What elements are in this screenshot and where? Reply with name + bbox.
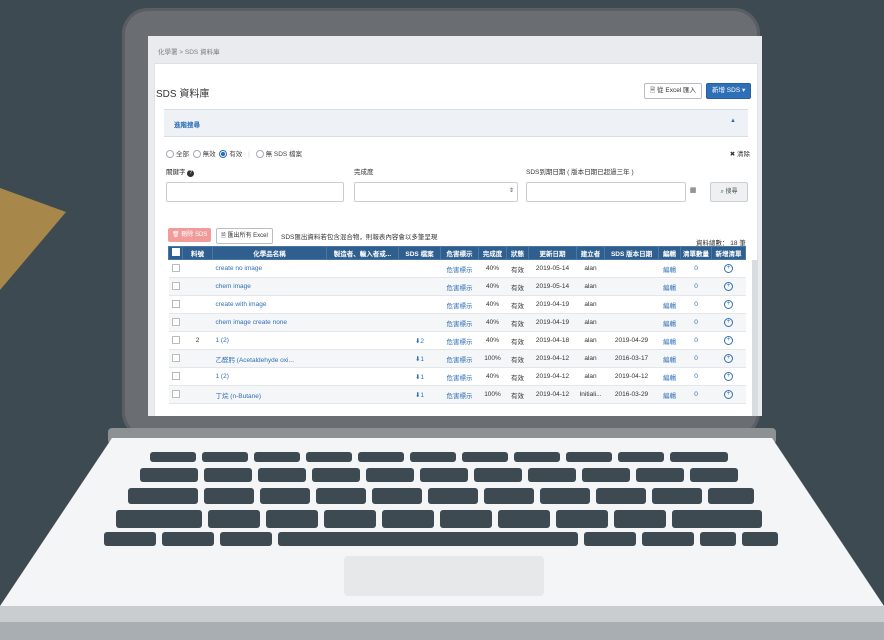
laptop-base [0, 438, 884, 640]
trackpad[interactable] [344, 556, 544, 596]
